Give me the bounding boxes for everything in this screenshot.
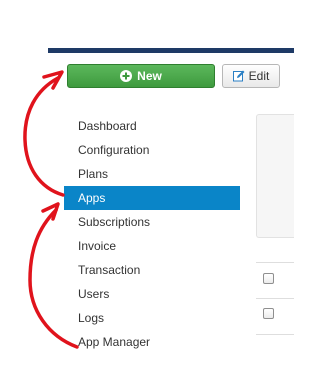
sidebar-item-dashboard[interactable]: Dashboard [64,114,240,138]
new-button[interactable]: New [67,64,215,88]
edit-button-label: Edit [248,69,270,83]
edit-icon [232,70,245,82]
new-button-label: New [137,69,162,83]
plus-circle-icon [120,70,133,82]
red-arrow-head-upper [42,70,64,90]
sidebar-item-app-manager[interactable]: App Manager [64,330,240,354]
sidebar-item-configuration[interactable]: Configuration [64,138,240,162]
top-nav-bar [48,48,294,53]
sidebar-item-transaction[interactable]: Transaction [64,258,240,282]
row-checkbox[interactable] [263,273,274,284]
sidebar-item-users[interactable]: Users [64,282,240,306]
table-divider [256,334,294,335]
table-divider [256,262,294,263]
sidebar-item-subscriptions[interactable]: Subscriptions [64,210,240,234]
sidebar-menu: Dashboard Configuration Plans Apps Subsc… [64,114,240,354]
table-divider [256,298,294,299]
sidebar-item-apps[interactable]: Apps [64,186,240,210]
edit-button[interactable]: Edit [222,64,280,88]
row-checkbox[interactable] [263,308,274,319]
red-arrow-apps-to-new [23,76,65,197]
content-panel [256,114,294,238]
sidebar-item-plans[interactable]: Plans [64,162,240,186]
sidebar-item-invoice[interactable]: Invoice [64,234,240,258]
red-arrow-head-lower [41,202,60,221]
sidebar-item-logs[interactable]: Logs [64,306,240,330]
